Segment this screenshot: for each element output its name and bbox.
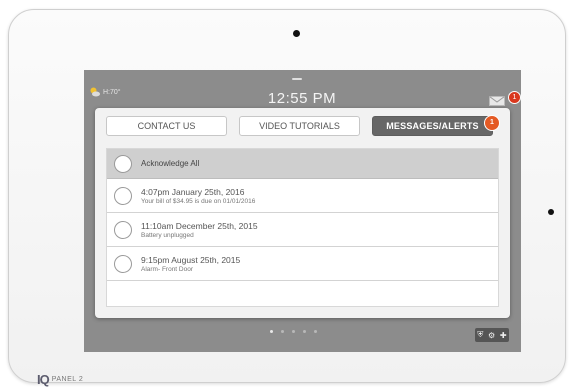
messages-list: Acknowledge All 4:07pm January 25th, 201…: [106, 148, 499, 307]
message-select-radio[interactable]: [114, 220, 132, 239]
tab-contact-us[interactable]: CONTACT US: [106, 116, 227, 136]
message-body: Your bill of $34.95 is due on 01/01/2016: [141, 197, 256, 205]
iq-logo: IQ: [37, 372, 50, 387]
message-timestamp: 9:15pm August 25th, 2015: [141, 254, 241, 265]
plus-icon[interactable]: ✚: [500, 331, 507, 340]
messages-count-badge: 1: [484, 115, 500, 131]
tab-video-tutorials[interactable]: VIDEO TUTORIALS: [239, 116, 360, 136]
sensor-dot: [548, 209, 554, 215]
tab-label: MESSAGES/ALERTS: [386, 121, 479, 131]
page-dot[interactable]: [281, 330, 284, 333]
acknowledge-all-label: Acknowledge All: [141, 159, 200, 168]
page-dot[interactable]: [270, 330, 273, 333]
gear-icon[interactable]: ⚙: [488, 331, 495, 340]
acknowledge-all-radio[interactable]: [114, 154, 132, 173]
message-timestamp: 4:07pm January 25th, 2016: [141, 186, 245, 197]
message-body: Alarm- Front Door: [141, 265, 194, 273]
quick-actions: ⛨ ⚙ ✚: [475, 328, 509, 342]
page-dot[interactable]: [314, 330, 317, 333]
message-select-radio[interactable]: [114, 186, 132, 205]
touch-screen: H:70° 12:55 PM 1 CONTACT US VIDEO TUTORI…: [84, 70, 521, 352]
message-select-radio[interactable]: [114, 254, 132, 273]
pull-down-handle[interactable]: [292, 78, 302, 80]
message-timestamp: 11:10am December 25th, 2015: [141, 220, 258, 231]
device-frame: H:70° 12:55 PM 1 CONTACT US VIDEO TUTORI…: [8, 9, 566, 387]
tab-label: CONTACT US: [137, 121, 196, 131]
tab-label: VIDEO TUTORIALS: [259, 121, 340, 131]
model-name: PANEL 2: [51, 376, 84, 383]
clock: 12:55 PM: [267, 90, 337, 107]
tab-bar: CONTACT US VIDEO TUTORIALS MESSAGES/ALER…: [106, 115, 500, 136]
list-item[interactable]: 9:15pm August 25th, 2015 Alarm- Front Do…: [107, 247, 498, 281]
notification-badge: 1: [508, 91, 521, 104]
list-item[interactable]: 11:10am December 25th, 2015 Battery unpl…: [107, 213, 498, 247]
messages-icon[interactable]: [489, 96, 505, 106]
tab-messages-alerts[interactable]: MESSAGES/ALERTS 1: [372, 115, 500, 136]
page-indicator: [270, 330, 317, 333]
acknowledge-all-row[interactable]: Acknowledge All: [107, 149, 498, 179]
brand-logo: IQ PANEL 2: [37, 372, 83, 387]
page-dot[interactable]: [292, 330, 295, 333]
weather-widget[interactable]: H:70°: [89, 86, 121, 98]
weather-temperature: H:70°: [103, 88, 121, 96]
message-body: Battery unplugged: [141, 231, 194, 239]
contact-panel: CONTACT US VIDEO TUTORIALS MESSAGES/ALER…: [95, 108, 510, 318]
sun-cloud-icon: [90, 87, 100, 97]
status-bar: H:70° 12:55 PM 1: [84, 70, 521, 108]
shield-icon[interactable]: ⛨: [477, 330, 483, 340]
page-dot[interactable]: [303, 330, 306, 333]
list-item[interactable]: 4:07pm January 25th, 2016 Your bill of $…: [107, 179, 498, 213]
camera-dot: [293, 30, 300, 37]
